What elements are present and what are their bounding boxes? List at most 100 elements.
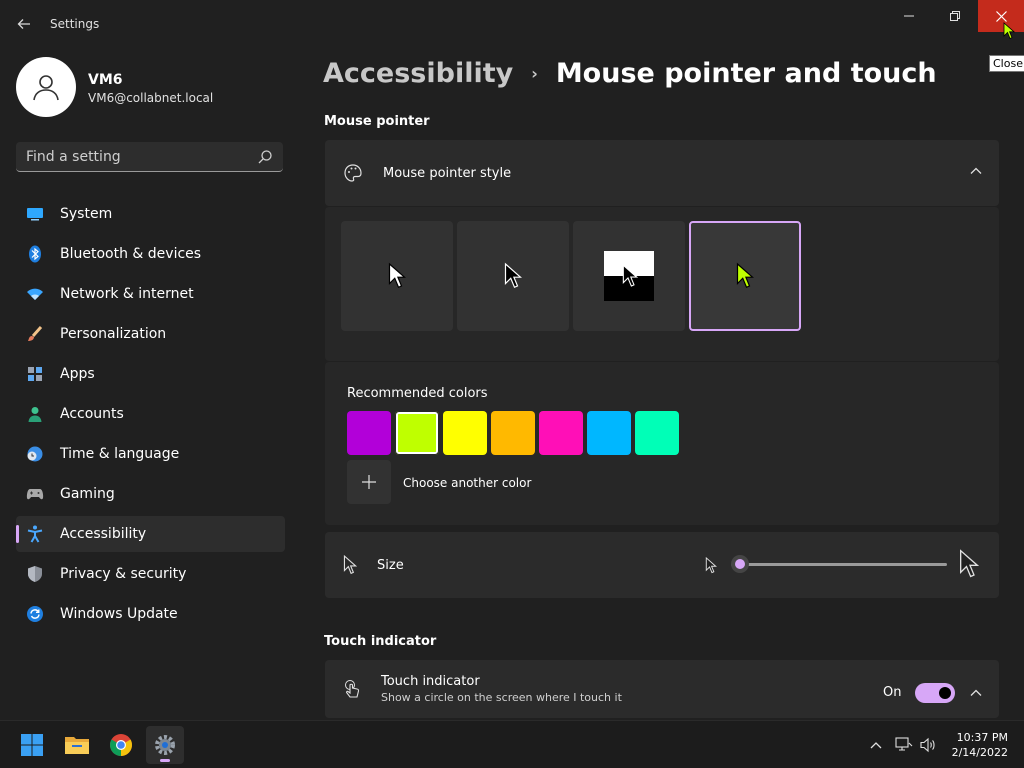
custom-color-pointer-icon	[736, 262, 754, 289]
search-input[interactable]: Find a setting	[16, 142, 283, 172]
toggle-state-label: On	[883, 685, 902, 700]
touch-indicator-toggle[interactable]	[915, 683, 955, 703]
inverted-preview	[604, 251, 654, 301]
sidebar-item-time-language[interactable]: Time & language	[16, 436, 285, 472]
touch-hand-icon	[345, 680, 360, 698]
clock-time: 10:37 PM	[956, 731, 1008, 744]
chevron-up-icon	[870, 742, 882, 749]
white-pointer-icon	[388, 262, 406, 289]
breadcrumb-parent[interactable]: Accessibility	[323, 58, 513, 89]
accessibility-icon	[26, 525, 44, 543]
back-button[interactable]	[10, 10, 38, 38]
user-icon	[33, 75, 59, 101]
sidebar-item-label: Gaming	[60, 486, 115, 502]
network-tray-button[interactable]	[894, 735, 914, 755]
color-swatch[interactable]	[587, 411, 631, 455]
sidebar-item-bluetooth[interactable]: Bluetooth & devices	[16, 236, 285, 272]
settings-app-button[interactable]	[146, 726, 184, 764]
file-explorer-button[interactable]	[58, 726, 96, 764]
mouse-pointer-style-label: Mouse pointer style	[383, 165, 512, 181]
shield-icon	[26, 565, 44, 583]
sidebar-item-apps[interactable]: Apps	[16, 356, 285, 392]
color-swatch[interactable]	[347, 411, 391, 455]
pointer-style-custom[interactable]	[689, 221, 801, 331]
sidebar-item-label: System	[60, 206, 113, 222]
file-explorer-icon	[65, 737, 89, 754]
add-color-button[interactable]	[347, 460, 391, 504]
person-icon	[26, 405, 44, 423]
touch-indicator-description: Show a circle on the screen where I touc…	[381, 691, 622, 704]
taskbar: 10:37 PM 2/14/2022	[0, 720, 1024, 768]
sidebar-item-accounts[interactable]: Accounts	[16, 396, 285, 432]
close-button[interactable]	[978, 0, 1024, 32]
slider-thumb[interactable]	[731, 555, 749, 573]
app-title: Settings	[50, 17, 100, 31]
sidebar-item-label: Personalization	[60, 326, 167, 342]
sidebar-nav: System Bluetooth & devices Network & int…	[16, 196, 285, 636]
sidebar-item-gaming[interactable]: Gaming	[16, 476, 285, 512]
mouse-pointer-section-title: Mouse pointer	[324, 114, 430, 129]
volume-icon	[920, 737, 935, 753]
recommended-colors-label: Recommended colors	[347, 386, 488, 401]
sidebar-item-label: Windows Update	[60, 606, 178, 622]
pointer-size-row: Size	[325, 532, 999, 598]
avatar[interactable]	[16, 57, 76, 117]
sidebar-item-accessibility[interactable]: Accessibility	[16, 516, 285, 552]
large-pointer-icon	[960, 549, 979, 578]
close-tooltip: Close	[989, 55, 1024, 72]
search-placeholder: Find a setting	[26, 148, 121, 165]
sidebar-item-label: Time & language	[60, 446, 180, 462]
sidebar-item-label: Accessibility	[60, 526, 147, 542]
sidebar-item-label: Accounts	[60, 406, 124, 422]
sidebar-item-system[interactable]: System	[16, 196, 285, 232]
palette-icon	[344, 164, 362, 182]
breadcrumb-separator-icon: ›	[531, 64, 538, 83]
sidebar-item-label: Network & internet	[60, 286, 194, 302]
start-button[interactable]	[13, 726, 51, 764]
restore-button[interactable]	[932, 0, 978, 32]
color-swatch[interactable]	[539, 411, 583, 455]
taskbar-clock[interactable]: 10:37 PM 2/14/2022	[948, 730, 1008, 760]
clock-date: 2/14/2022	[951, 746, 1008, 759]
controller-icon	[26, 485, 44, 503]
color-swatch[interactable]	[395, 411, 439, 455]
volume-tray-button[interactable]	[918, 735, 938, 755]
pointer-outline-icon	[343, 555, 357, 575]
color-swatch[interactable]	[491, 411, 535, 455]
sidebar-item-privacy[interactable]: Privacy & security	[16, 556, 285, 592]
profile-email: VM6@collabnet.local	[88, 91, 214, 105]
brush-icon	[26, 325, 44, 343]
mouse-pointer-style-header[interactable]: Mouse pointer style	[325, 140, 999, 206]
recommended-colors-panel: Recommended colors Choose another color	[325, 362, 999, 525]
touch-indicator-row[interactable]: Touch indicator Show a circle on the scr…	[325, 660, 999, 718]
pointer-size-slider[interactable]	[731, 555, 947, 573]
minimize-button[interactable]	[886, 0, 932, 32]
chevron-up-icon[interactable]	[969, 164, 983, 178]
update-icon	[26, 605, 44, 623]
profile-name: VM6	[88, 72, 123, 88]
plus-icon	[362, 475, 376, 489]
mouse-cursor-icon	[1003, 22, 1015, 40]
show-hidden-icons-button[interactable]	[866, 735, 886, 755]
size-label: Size	[377, 557, 404, 573]
search-icon	[258, 149, 272, 163]
choose-another-color-label[interactable]: Choose another color	[403, 476, 531, 490]
small-pointer-icon	[705, 557, 717, 574]
sidebar-item-windows-update[interactable]: Windows Update	[16, 596, 285, 632]
touch-indicator-title: Touch indicator	[381, 674, 480, 689]
title-bar: Settings Close	[0, 0, 1024, 72]
chrome-icon	[110, 734, 132, 756]
pointer-style-white[interactable]	[341, 221, 453, 331]
sidebar-item-label: Bluetooth & devices	[60, 246, 202, 262]
pointer-style-black[interactable]	[457, 221, 569, 331]
pointer-style-inverted[interactable]	[573, 221, 685, 331]
color-swatch[interactable]	[443, 411, 487, 455]
color-swatch[interactable]	[635, 411, 679, 455]
active-app-indicator	[160, 759, 170, 762]
sidebar-item-network[interactable]: Network & internet	[16, 276, 285, 312]
chevron-up-icon[interactable]	[969, 686, 983, 700]
pointer-style-options	[325, 207, 999, 361]
black-pointer-icon	[504, 262, 522, 289]
sidebar-item-personalization[interactable]: Personalization	[16, 316, 285, 352]
chrome-button[interactable]	[102, 726, 140, 764]
